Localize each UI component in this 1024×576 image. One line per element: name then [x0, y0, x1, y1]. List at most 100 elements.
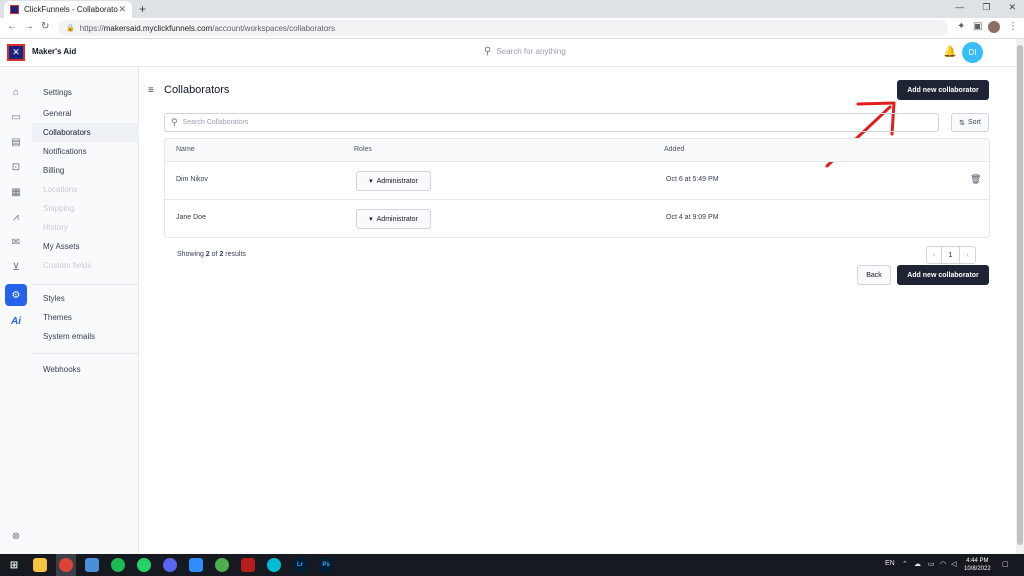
settings-sidebar: Settings General Collaborators Notificat… — [32, 67, 139, 554]
showing-mid: of — [209, 251, 220, 258]
sidebar-item-billing[interactable]: Billing — [32, 161, 139, 180]
sidebar-divider — [32, 284, 139, 285]
help-icon[interactable]: ⊗ — [9, 529, 23, 543]
sidebar-item-my-assets[interactable]: My Assets — [32, 237, 139, 256]
global-search[interactable]: ⚲ Search for anything — [484, 46, 566, 57]
role-label: Administrator — [376, 215, 418, 223]
sidebar-item-styles[interactable]: Styles — [32, 289, 139, 308]
battery-icon[interactable]: ▭ — [928, 560, 935, 568]
add-collaborator-button-bottom[interactable]: Add new collaborator — [897, 265, 989, 285]
sort-button[interactable]: ⇅ Sort — [951, 113, 989, 132]
close-tab-icon[interactable]: ✕ — [118, 4, 126, 15]
close-window-button[interactable]: ✕ — [1008, 2, 1016, 13]
clickfunnels-logo-icon[interactable]: ✕ — [7, 44, 25, 61]
browser-tab[interactable]: ClickFunnels - Collaborators ✕ — [4, 1, 132, 18]
back-button[interactable]: Back — [857, 265, 891, 285]
browser-profile-avatar[interactable] — [988, 21, 1000, 33]
clickfunnels-favicon-icon — [10, 5, 19, 14]
whatsapp-icon[interactable] — [137, 558, 151, 572]
analytics-icon[interactable]: ⩘ — [9, 210, 23, 224]
url-scheme: https:// — [79, 23, 104, 33]
contact-card-icon[interactable]: ▦ — [9, 185, 23, 199]
icon-rail: ⌂ ▭ ▤ ⊡ ▦ ⩘ ✉ ⊻ ⚙ Ai ⊗ — [0, 67, 32, 554]
cloud-icon[interactable]: ☁ — [914, 560, 921, 568]
home-icon[interactable]: ⌂ — [9, 85, 23, 99]
sidebar-item-themes[interactable]: Themes — [32, 308, 139, 327]
workspace-name[interactable]: Maker's Aid — [32, 47, 76, 56]
back-arrow-icon[interactable]: ← — [7, 21, 17, 32]
search-icon: ⚲ — [484, 46, 492, 57]
notifications-icon[interactable]: ▢ — [1002, 560, 1009, 568]
sidebar-item-webhooks[interactable]: Webhooks — [32, 360, 139, 379]
role-dropdown[interactable]: ▾ Administrator — [356, 171, 431, 191]
volume-icon[interactable]: ◁ — [951, 560, 956, 568]
table-header: Name Roles Added — [165, 139, 989, 162]
zoom-icon[interactable] — [189, 558, 203, 572]
sidebar-item-notifications[interactable]: Notifications — [32, 142, 139, 161]
photoshop-icon[interactable]: Ps — [319, 558, 333, 572]
lightroom-icon[interactable]: Lr — [293, 558, 307, 572]
trash-icon[interactable]: 🗑 — [970, 174, 981, 185]
minimize-button[interactable]: — — [955, 2, 964, 13]
wifi-icon[interactable]: ◠ — [940, 560, 946, 568]
added-date: Oct 6 at 5:49 PM — [666, 176, 719, 183]
table-row: Jane Doe ▾ Administrator Oct 4 at 9:09 P… — [165, 200, 989, 237]
caret-down-icon: ▾ — [369, 216, 373, 223]
restore-button[interactable]: ❐ — [982, 2, 990, 13]
discord-icon[interactable] — [163, 558, 177, 572]
window-controls: — ❐ ✕ — [955, 2, 1016, 13]
url-host: makersaid.myclickfunnels.com — [103, 23, 213, 33]
browser-tab-bar: ClickFunnels - Collaborators ✕ + — ❐ ✕ — [0, 0, 1024, 18]
bell-icon[interactable]: 🔔 — [943, 45, 957, 58]
extensions-puzzle-icon[interactable]: ✦ — [957, 21, 965, 32]
app-icon[interactable] — [85, 558, 99, 572]
ai-icon[interactable]: Ai — [9, 314, 23, 328]
filezilla-icon[interactable] — [241, 558, 255, 572]
page-number-button[interactable]: 1 — [942, 247, 960, 263]
sort-icon: ⇅ — [959, 119, 966, 127]
language-indicator[interactable]: EN — [885, 560, 895, 567]
address-bar[interactable]: 🔒 https://makersaid.myclickfunnels.com/a… — [58, 20, 948, 36]
browser-toolbar: ← → ↻ 🔒 https://makersaid.myclickfunnels… — [0, 18, 1024, 39]
page-title: Collaborators — [164, 84, 230, 96]
browser-tab-title: ClickFunnels - Collaborators — [24, 5, 119, 14]
windows-start-icon[interactable]: ⊞ — [7, 558, 21, 572]
funnel-icon[interactable]: ⊻ — [9, 260, 23, 274]
app-icon[interactable] — [267, 558, 281, 572]
settings-icon[interactable]: ⚙ — [5, 284, 27, 306]
cart-icon[interactable]: ⊡ — [9, 160, 23, 174]
settings-heading: Settings — [43, 88, 72, 97]
collaborators-search-input[interactable]: ⚲ Search Collaborators — [164, 113, 939, 132]
collaborators-table: Name Roles Added Dim Nikov ▾ Administrat… — [164, 138, 990, 238]
browser-menu-icon[interactable]: ⋮ — [1008, 21, 1018, 32]
column-header-name: Name — [176, 146, 195, 153]
user-avatar[interactable]: DI — [962, 42, 983, 63]
page-scrollbar[interactable] — [1016, 39, 1024, 554]
reload-icon[interactable]: ↻ — [41, 21, 49, 32]
sidebar-item-general[interactable]: General — [32, 104, 139, 123]
sidebar-divider — [32, 353, 139, 354]
sidebar-toggle-icon[interactable]: ▣ — [973, 21, 982, 32]
scrollbar-thumb[interactable] — [1017, 45, 1023, 545]
next-page-button[interactable]: › — [960, 247, 975, 263]
tray-chevron-icon[interactable]: ⌃ — [902, 560, 908, 568]
table-row: Dim Nikov ▾ Administrator Oct 6 at 5:49 … — [165, 162, 989, 200]
hamburger-menu-icon[interactable]: ≡ — [148, 85, 154, 96]
add-collaborator-button[interactable]: Add new collaborator — [897, 80, 989, 100]
sidebar-item-collaborators[interactable]: Collaborators — [32, 123, 139, 142]
new-tab-button[interactable]: + — [139, 2, 146, 16]
store-icon[interactable]: ▭ — [9, 110, 23, 124]
prev-page-button[interactable]: ‹ — [927, 247, 942, 263]
showing-prefix: Showing — [177, 251, 206, 258]
mail-icon[interactable]: ✉ — [9, 235, 23, 249]
sidebar-item-system-emails[interactable]: System emails — [32, 327, 139, 346]
forward-arrow-icon[interactable]: → — [24, 21, 34, 32]
role-dropdown[interactable]: ▾ Administrator — [356, 209, 431, 229]
app-icon[interactable] — [215, 558, 229, 572]
file-explorer-icon[interactable] — [33, 558, 47, 572]
taskbar-clock[interactable]: 4:44 PM 10/8/2022 — [964, 557, 991, 573]
chrome-icon[interactable] — [59, 558, 73, 572]
spotify-icon[interactable] — [111, 558, 125, 572]
collaborator-name: Dim Nikov — [176, 176, 208, 183]
calendar-icon[interactable]: ▤ — [9, 135, 23, 149]
